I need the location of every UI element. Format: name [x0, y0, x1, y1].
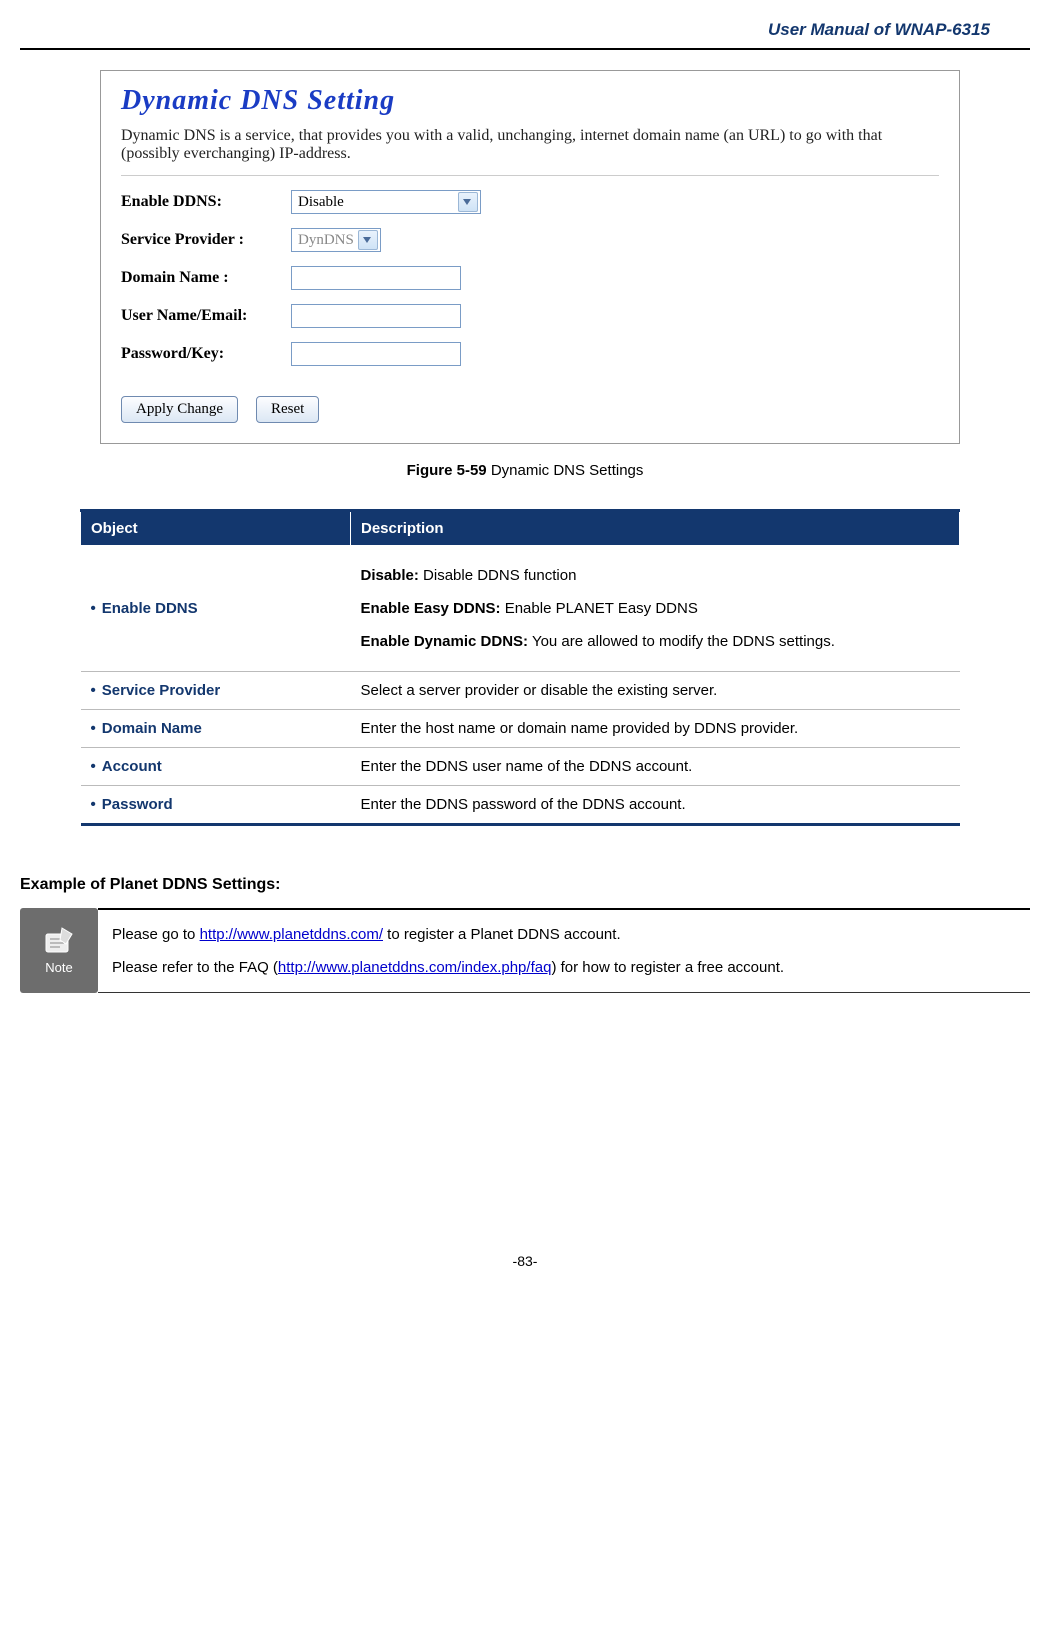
- row-domain-name: Domain Name :: [121, 266, 939, 290]
- example-heading: Example of Planet DDNS Settings:: [20, 876, 1030, 894]
- page-number: -83-: [20, 1253, 1030, 1269]
- obj-password: •Password: [81, 786, 351, 825]
- planetddns-link[interactable]: http://www.planetddns.com/: [200, 926, 383, 943]
- object-description-table: Object Description •Enable DDNS Disable:…: [80, 509, 960, 826]
- obj-service-provider: •Service Provider: [81, 672, 351, 710]
- input-user-name[interactable]: [291, 304, 461, 328]
- th-description: Description: [351, 511, 960, 546]
- label-domain-name: Domain Name :: [121, 269, 291, 287]
- th-object: Object: [81, 511, 351, 546]
- label-user-name: User Name/Email:: [121, 307, 291, 325]
- label-enable-ddns: Enable DDNS:: [121, 193, 291, 211]
- note-line-2: Please refer to the FAQ (http://www.plan…: [112, 951, 1026, 984]
- figure-title: Dynamic DNS Setting: [121, 85, 939, 117]
- table-row: •Domain Name Enter the host name or doma…: [81, 710, 960, 748]
- obj-domain-name: •Domain Name: [81, 710, 351, 748]
- table-row: •Enable DDNS Disable: Disable DDNS funct…: [81, 546, 960, 672]
- chevron-down-icon: [458, 192, 478, 212]
- button-row: Apply Change Reset: [121, 396, 939, 423]
- chevron-down-icon: [358, 230, 378, 250]
- caption-text: Dynamic DNS Settings: [487, 462, 644, 479]
- desc-account: Enter the DDNS user name of the DDNS acc…: [351, 748, 960, 786]
- caption-number: Figure 5-59: [407, 462, 487, 479]
- row-service-provider: Service Provider : DynDNS: [121, 228, 939, 252]
- figure-caption: Figure 5-59 Dynamic DNS Settings: [20, 462, 1030, 479]
- planetddns-faq-link[interactable]: http://www.planetddns.com/index.php/faq: [278, 959, 552, 976]
- input-domain-name[interactable]: [291, 266, 461, 290]
- label-password: Password/Key:: [121, 345, 291, 363]
- apply-change-button[interactable]: Apply Change: [121, 396, 238, 423]
- desc-password: Enter the DDNS password of the DDNS acco…: [351, 786, 960, 825]
- note-block: Note Please go to http://www.planetddns.…: [20, 908, 1030, 993]
- reset-button[interactable]: Reset: [256, 396, 319, 423]
- obj-enable-ddns: •Enable DDNS: [81, 546, 351, 672]
- figure-description: Dynamic DNS is a service, that provides …: [121, 127, 939, 176]
- select-enable-ddns[interactable]: Disable: [291, 190, 481, 214]
- obj-account: •Account: [81, 748, 351, 786]
- row-password: Password/Key:: [121, 342, 939, 366]
- table-row: •Account Enter the DDNS user name of the…: [81, 748, 960, 786]
- desc-domain-name: Enter the host name or domain name provi…: [351, 710, 960, 748]
- note-label: Note: [45, 960, 72, 975]
- row-user-name: User Name/Email:: [121, 304, 939, 328]
- select-service-provider-value: DynDNS: [298, 232, 354, 249]
- page-header: User Manual of WNAP-6315: [20, 20, 1030, 50]
- note-icon: Note: [20, 908, 98, 993]
- desc-enable-ddns: Disable: Disable DDNS function Enable Ea…: [351, 546, 960, 672]
- note-body: Please go to http://www.planetddns.com/ …: [98, 908, 1030, 993]
- row-enable-ddns: Enable DDNS: Disable: [121, 190, 939, 214]
- label-service-provider: Service Provider :: [121, 231, 291, 249]
- table-row: •Service Provider Select a server provid…: [81, 672, 960, 710]
- ddns-settings-figure: Dynamic DNS Setting Dynamic DNS is a ser…: [100, 70, 960, 444]
- select-enable-ddns-value: Disable: [298, 194, 344, 211]
- desc-service-provider: Select a server provider or disable the …: [351, 672, 960, 710]
- select-service-provider[interactable]: DynDNS: [291, 228, 381, 252]
- note-line-1: Please go to http://www.planetddns.com/ …: [112, 918, 1026, 951]
- table-row: •Password Enter the DDNS password of the…: [81, 786, 960, 825]
- input-password[interactable]: [291, 342, 461, 366]
